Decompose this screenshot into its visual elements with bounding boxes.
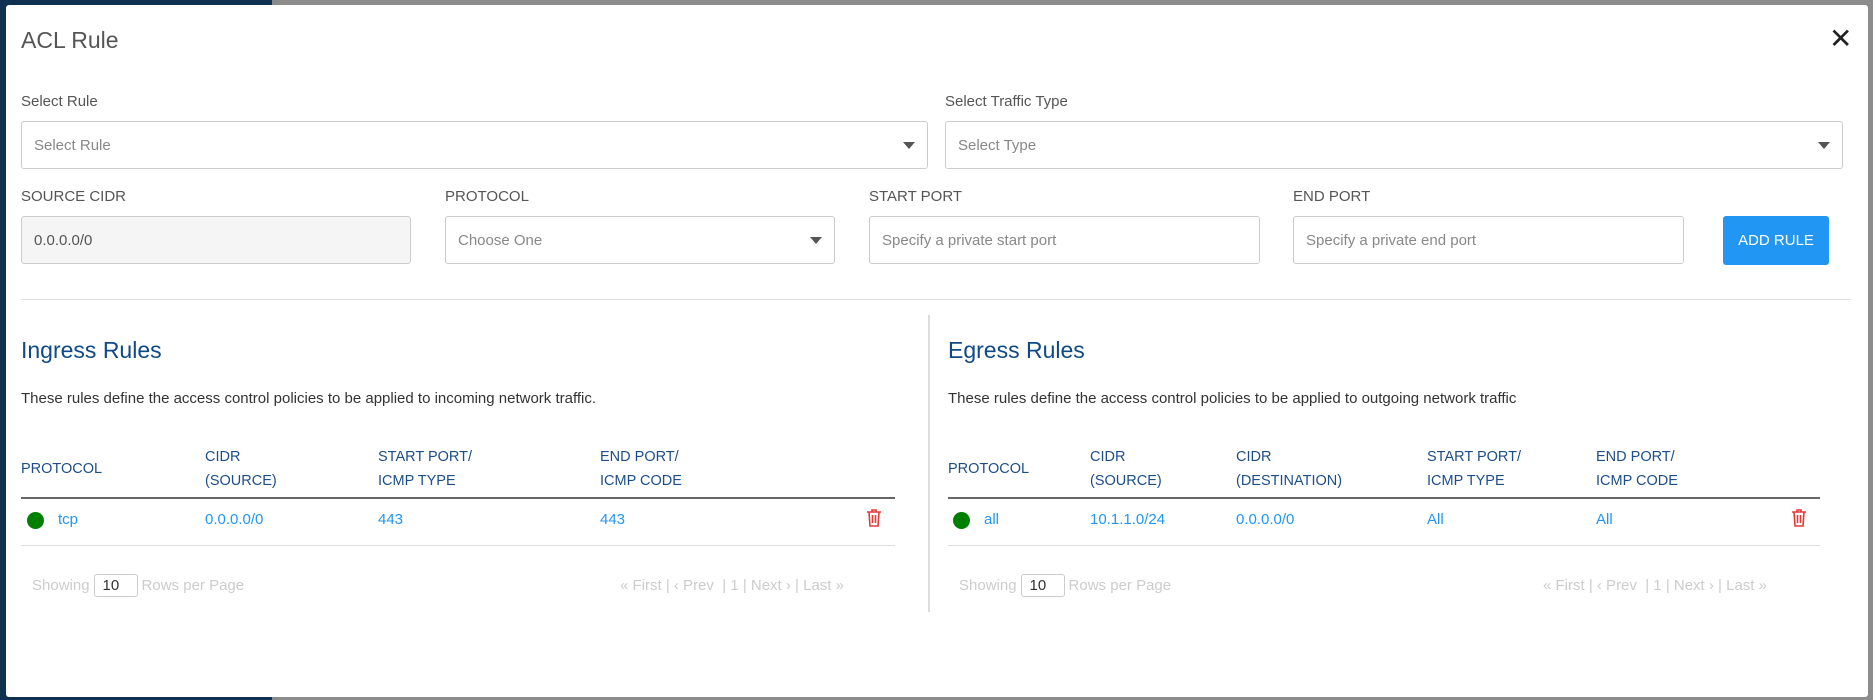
rows-per-page-input[interactable]: 10 xyxy=(1020,574,1065,597)
end-port-placeholder: Specify a private end port xyxy=(1306,231,1477,249)
status-dot xyxy=(953,512,970,529)
vertical-divider xyxy=(928,315,930,612)
protocol-dropdown[interactable]: Choose One xyxy=(445,216,835,264)
ingress-title: Ingress Rules xyxy=(21,337,162,363)
caret-down-icon xyxy=(1818,142,1830,149)
header-line: CIDR xyxy=(1090,449,1126,465)
ingress-pagination-nav[interactable]: « First | ‹ Prev | 1 | Next › | Last » xyxy=(620,577,844,594)
traffic-type-label: Select Traffic Type xyxy=(945,93,1068,110)
header-line: END PORT/ xyxy=(600,449,679,465)
header-line: (SOURCE) xyxy=(205,473,277,489)
egress-title: Egress Rules xyxy=(948,337,1085,363)
header-line: ICMP CODE xyxy=(1596,473,1678,489)
header-line: END PORT/ xyxy=(1596,449,1675,465)
egress-rows-per-page: Showing 10 Rows per Page xyxy=(959,574,1171,597)
ingress-header-cidr-source: CIDR (SOURCE) xyxy=(205,445,277,493)
start-port-label: START PORT xyxy=(869,188,963,205)
source-cidr-label: SOURCE CIDR xyxy=(21,188,127,205)
row-line xyxy=(948,545,1820,546)
egress-header-protocol: PROTOCOL xyxy=(948,461,1030,477)
header-line: ICMP TYPE xyxy=(1427,473,1505,489)
egress-end-port: All xyxy=(1596,511,1613,528)
egress-start-port: All xyxy=(1427,511,1444,528)
dialog-title: ACL Rule xyxy=(21,27,119,53)
showing-label: Showing xyxy=(32,577,90,594)
rows-per-page-label: Rows per Page xyxy=(141,577,245,594)
end-port-label: END PORT xyxy=(1293,188,1371,205)
egress-protocol: all xyxy=(984,511,1000,528)
start-port-input[interactable]: Specify a private start port xyxy=(869,216,1260,264)
trash-icon[interactable] xyxy=(866,509,882,527)
header-line: START PORT/ xyxy=(1427,449,1522,465)
ingress-rows-per-page: Showing 10 Rows per Page xyxy=(32,574,244,597)
protocol-placeholder: Choose One xyxy=(458,231,543,249)
select-rule-label: Select Rule xyxy=(21,93,98,110)
egress-pagination-nav[interactable]: « First | ‹ Prev | 1 | Next › | Last » xyxy=(1543,577,1767,594)
source-cidr-value: 0.0.0.0/0 xyxy=(34,231,93,249)
ingress-start-port: 443 xyxy=(378,511,404,528)
ingress-header-protocol: PROTOCOL xyxy=(21,461,103,477)
ingress-header-line xyxy=(21,497,895,499)
header-line: CIDR xyxy=(1236,449,1272,465)
egress-header-cidr-source: CIDR (SOURCE) xyxy=(1090,445,1162,493)
header-line: CIDR xyxy=(205,449,241,465)
showing-label: Showing xyxy=(959,577,1017,594)
caret-down-icon xyxy=(903,142,915,149)
select-rule-dropdown[interactable]: Select Rule xyxy=(21,121,928,169)
header-line: ICMP TYPE xyxy=(378,473,456,489)
header-line: ICMP CODE xyxy=(600,473,682,489)
ingress-end-port: 443 xyxy=(600,511,626,528)
trash-icon[interactable] xyxy=(1791,509,1807,527)
ingress-description: These rules define the access control po… xyxy=(21,390,597,407)
end-port-input[interactable]: Specify a private end port xyxy=(1293,216,1684,264)
caret-down-icon xyxy=(810,237,822,244)
add-rule-button[interactable]: ADD RULE xyxy=(1723,216,1829,265)
protocol-label: PROTOCOL xyxy=(445,188,529,205)
rows-per-page-label: Rows per Page xyxy=(1068,577,1172,594)
egress-cidr-destination: 0.0.0.0/0 xyxy=(1236,511,1295,528)
ingress-header-end-port: END PORT/ICMP CODE xyxy=(600,445,682,493)
status-dot xyxy=(27,512,44,529)
traffic-type-dropdown[interactable]: Select Type xyxy=(945,121,1843,169)
source-cidr-input[interactable]: 0.0.0.0/0 xyxy=(21,216,411,264)
start-port-placeholder: Specify a private start port xyxy=(882,231,1057,249)
ingress-header-start-port: START PORT/ICMP TYPE xyxy=(378,445,472,493)
acl-rule-dialog: ACL Rule ✕ Select Rule Select Rule Selec… xyxy=(6,5,1868,697)
divider xyxy=(21,299,1851,300)
egress-header-cidr-destination: CIDR (DESTINATION) xyxy=(1236,445,1342,493)
ingress-protocol: tcp xyxy=(58,511,79,528)
egress-cidr-source: 10.1.1.0/24 xyxy=(1090,511,1166,528)
select-rule-placeholder: Select Rule xyxy=(34,136,111,154)
egress-header-start-port: START PORT/ICMP TYPE xyxy=(1427,445,1521,493)
row-line xyxy=(21,545,895,546)
header-line: START PORT/ xyxy=(378,449,473,465)
traffic-type-placeholder: Select Type xyxy=(958,136,1037,154)
header-line: (DESTINATION) xyxy=(1236,473,1343,489)
egress-header-line xyxy=(948,497,1820,499)
egress-header-end-port: END PORT/ICMP CODE xyxy=(1596,445,1678,493)
ingress-cidr-source: 0.0.0.0/0 xyxy=(205,511,264,528)
egress-description: These rules define the access control po… xyxy=(948,390,1517,407)
close-icon[interactable]: ✕ xyxy=(1829,25,1852,53)
rows-per-page-input[interactable]: 10 xyxy=(93,574,138,597)
header-line: (SOURCE) xyxy=(1090,473,1162,489)
